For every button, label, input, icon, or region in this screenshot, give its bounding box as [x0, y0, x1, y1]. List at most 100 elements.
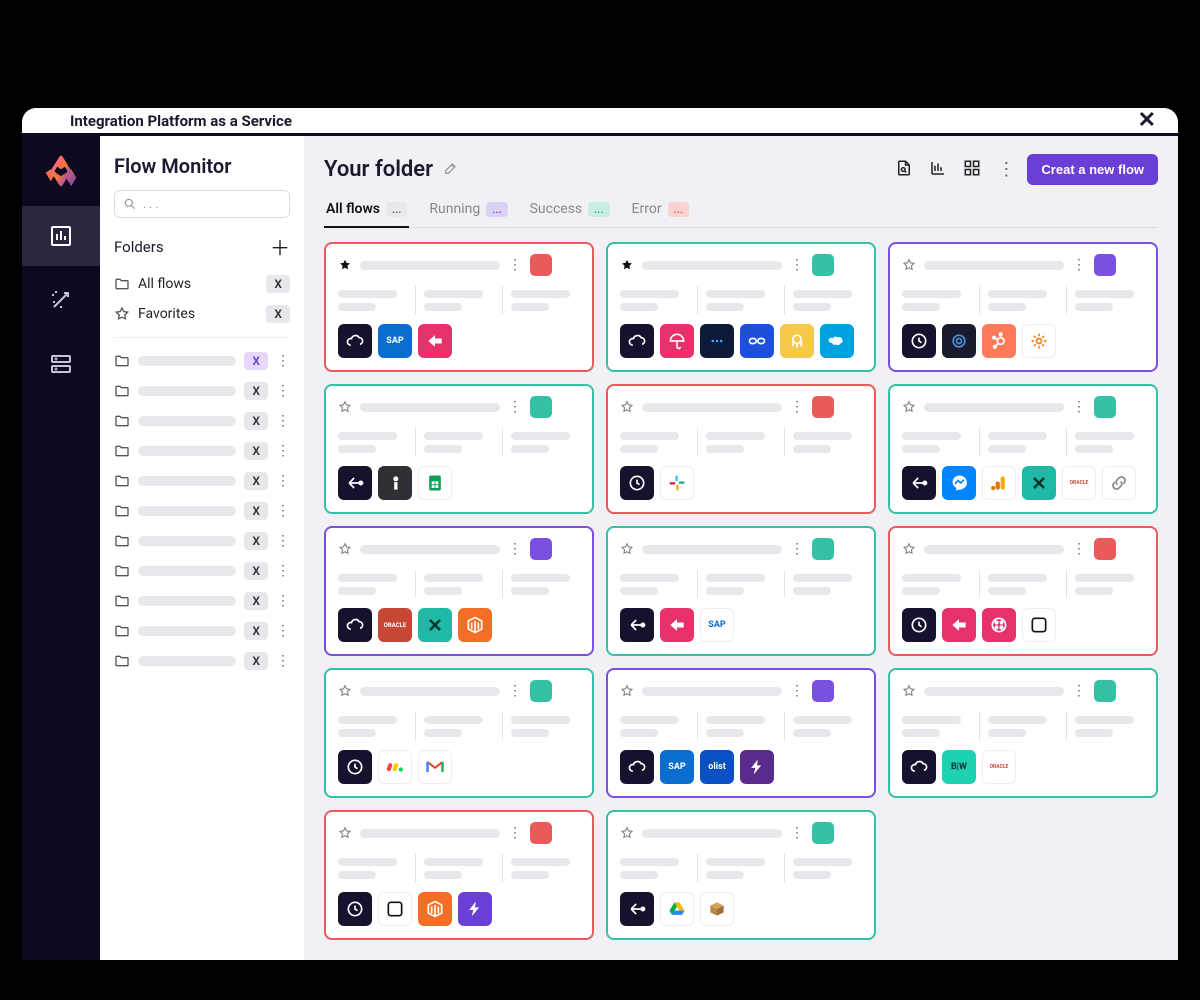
integration-indeed-icon	[378, 466, 412, 500]
tab-running[interactable]: Running...	[427, 195, 509, 227]
app-window: Integration Platform as a Service ✕ Flow…	[22, 108, 1178, 788]
folder-menu-icon[interactable]: ⋮	[276, 443, 290, 459]
folder-menu-icon[interactable]: ⋮	[276, 353, 290, 369]
flow-card[interactable]: ⋮ORACLE	[324, 526, 594, 656]
search-input[interactable]: . . .	[114, 190, 290, 218]
star-filled-icon[interactable]	[338, 258, 352, 272]
card-menu-icon[interactable]: ⋮	[790, 683, 804, 699]
star-outline-icon[interactable]	[620, 542, 634, 556]
close-icon[interactable]: ✕	[1138, 108, 1156, 133]
card-menu-icon[interactable]: ⋮	[508, 399, 522, 415]
star-outline-icon[interactable]	[338, 542, 352, 556]
star-outline-icon[interactable]	[338, 826, 352, 840]
tab-error[interactable]: Error...	[630, 195, 691, 227]
folder-item[interactable]: X⋮	[114, 436, 290, 466]
rail-database[interactable]	[22, 334, 100, 394]
card-menu-icon[interactable]: ⋮	[508, 825, 522, 841]
star-outline-icon[interactable]	[620, 684, 634, 698]
rail-monitor[interactable]	[22, 206, 100, 266]
flow-card[interactable]: ⋮	[606, 384, 876, 514]
folder-item[interactable]: X⋮	[114, 646, 290, 676]
flow-card[interactable]: ⋮ORACLE	[888, 384, 1158, 514]
card-menu-icon[interactable]: ⋮	[508, 541, 522, 557]
integration-mc-icon	[780, 324, 814, 358]
grid-view-icon[interactable]	[963, 159, 981, 181]
card-menu-icon[interactable]: ⋮	[1072, 683, 1086, 699]
count-badge: X	[244, 622, 268, 640]
status-indicator	[812, 396, 834, 418]
integration-icons: SAPolist	[620, 750, 862, 784]
star-filled-icon[interactable]	[620, 258, 634, 272]
folder-menu-icon[interactable]: ⋮	[276, 413, 290, 429]
flow-title-placeholder	[642, 261, 782, 270]
integration-clock-icon	[620, 466, 654, 500]
card-menu-icon[interactable]: ⋮	[1072, 257, 1086, 273]
count-badge: X	[244, 382, 268, 400]
status-indicator	[812, 822, 834, 844]
card-menu-icon[interactable]: ⋮	[508, 683, 522, 699]
folder-item[interactable]: X⋮	[114, 406, 290, 436]
folder-item[interactable]: X⋮	[114, 556, 290, 586]
folder-menu-icon[interactable]: ⋮	[276, 623, 290, 639]
folder-menu-icon[interactable]: ⋮	[276, 383, 290, 399]
integration-bolt-icon	[740, 750, 774, 784]
star-outline-icon[interactable]	[620, 400, 634, 414]
folder-item[interactable]: X⋮	[114, 526, 290, 556]
rail-wand[interactable]	[22, 270, 100, 330]
flow-card[interactable]: ⋮	[324, 810, 594, 940]
flow-card[interactable]: ⋮SAP	[324, 242, 594, 372]
folder-item[interactable]: X⋮	[114, 496, 290, 526]
card-menu-icon[interactable]: ⋮	[1072, 541, 1086, 557]
folder-item[interactable]: X⋮	[114, 616, 290, 646]
tab-success[interactable]: Success...	[528, 195, 612, 227]
integration-olist-icon: olist	[700, 750, 734, 784]
folder-item[interactable]: X⋮	[114, 346, 290, 376]
card-menu-icon[interactable]: ⋮	[508, 257, 522, 273]
folder-menu-icon[interactable]: ⋮	[276, 653, 290, 669]
folder-menu-icon[interactable]: ⋮	[276, 533, 290, 549]
flow-card[interactable]: ⋮	[606, 810, 876, 940]
star-outline-icon[interactable]	[902, 542, 916, 556]
create-flow-button[interactable]: Creat a new flow	[1027, 154, 1158, 185]
folder-item[interactable]: X⋮	[114, 376, 290, 406]
integration-cloud-icon	[620, 324, 654, 358]
star-outline-icon[interactable]	[338, 400, 352, 414]
edit-title-icon[interactable]	[443, 160, 459, 180]
star-outline-icon[interactable]	[620, 826, 634, 840]
star-outline-icon[interactable]	[902, 400, 916, 414]
integration-slack-icon	[660, 466, 694, 500]
overflow-menu-icon[interactable]: ⋮	[997, 159, 1011, 180]
star-outline-icon[interactable]	[338, 684, 352, 698]
folder-menu-icon[interactable]: ⋮	[276, 503, 290, 519]
sidebar-item-all-flows[interactable]: All flowsX	[114, 269, 290, 299]
file-search-icon[interactable]	[895, 159, 913, 181]
integration-gsheet-icon	[418, 466, 452, 500]
integration-share-icon	[902, 466, 936, 500]
flow-card[interactable]: ⋮	[888, 242, 1158, 372]
folder-menu-icon[interactable]: ⋮	[276, 473, 290, 489]
flow-card[interactable]: ⋮SAP	[606, 526, 876, 656]
flow-card[interactable]: ⋮	[324, 668, 594, 798]
folder-item[interactable]: X⋮	[114, 586, 290, 616]
sidebar-item-favorites[interactable]: FavoritesX	[114, 299, 290, 329]
chart-icon[interactable]	[929, 159, 947, 181]
add-folder-button[interactable]: ＋	[270, 232, 290, 261]
count-badge: X	[266, 275, 290, 293]
card-menu-icon[interactable]: ⋮	[790, 399, 804, 415]
flow-card[interactable]: ⋮ SAPolist	[606, 668, 876, 798]
folder-item[interactable]: X⋮	[114, 466, 290, 496]
star-outline-icon[interactable]	[902, 258, 916, 272]
card-menu-icon[interactable]: ⋮	[1072, 399, 1086, 415]
card-menu-icon[interactable]: ⋮	[790, 825, 804, 841]
folder-menu-icon[interactable]: ⋮	[276, 563, 290, 579]
integration-icons	[338, 750, 580, 784]
flow-card[interactable]: ⋮	[324, 384, 594, 514]
card-menu-icon[interactable]: ⋮	[790, 257, 804, 273]
folder-menu-icon[interactable]: ⋮	[276, 593, 290, 609]
tab-all-flows[interactable]: All flows...	[324, 195, 409, 227]
flow-card[interactable]: ⋮	[888, 526, 1158, 656]
flow-card[interactable]: ⋮B|WORACLE	[888, 668, 1158, 798]
flow-card[interactable]: ⋮	[606, 242, 876, 372]
star-outline-icon[interactable]	[902, 684, 916, 698]
card-menu-icon[interactable]: ⋮	[790, 541, 804, 557]
